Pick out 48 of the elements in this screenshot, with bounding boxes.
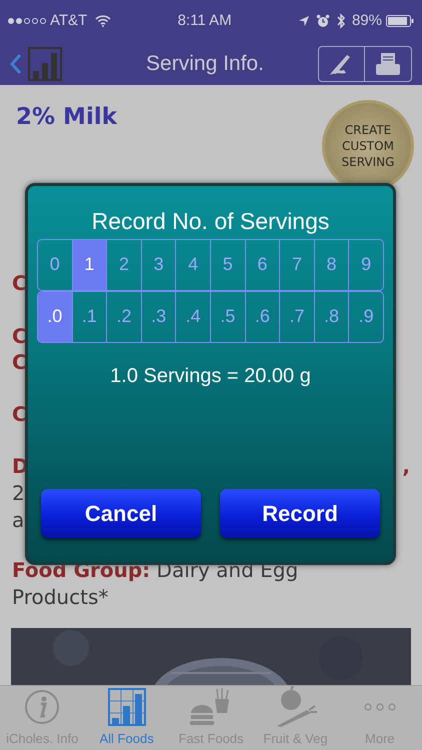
digit-option[interactable]: .5 bbox=[210, 292, 245, 342]
info-icon bbox=[24, 689, 60, 726]
digit-option[interactable]: 7 bbox=[279, 240, 314, 290]
digit-option[interactable]: 0 bbox=[38, 240, 72, 290]
digit-option[interactable]: 1 bbox=[72, 240, 106, 290]
text-fragment: 2 bbox=[12, 480, 25, 506]
signal-icon bbox=[8, 18, 46, 24]
tab-item[interactable]: All Foods bbox=[84, 686, 169, 750]
digit-option[interactable]: .9 bbox=[348, 292, 383, 342]
digit-option[interactable]: 9 bbox=[348, 240, 383, 290]
bluetooth-icon bbox=[336, 13, 346, 29]
carrier-text: AT&T bbox=[50, 10, 88, 31]
digit-option[interactable]: .1 bbox=[72, 292, 106, 342]
more-icon bbox=[362, 702, 398, 712]
digit-option[interactable]: 6 bbox=[244, 240, 280, 290]
battery-text: 89% bbox=[352, 10, 382, 31]
nav-title: Serving Info. bbox=[145, 50, 265, 77]
digit-option[interactable]: 4 bbox=[175, 240, 210, 290]
digit-option[interactable]: 5 bbox=[210, 240, 245, 290]
servings-summary: 1.0 Servings = 20.00 g bbox=[110, 364, 311, 388]
digit-option[interactable]: .4 bbox=[175, 292, 210, 342]
text-fragment: C bbox=[12, 349, 27, 375]
chart-icon bbox=[28, 46, 62, 80]
digit-option[interactable]: 2 bbox=[106, 240, 141, 290]
location-icon bbox=[298, 15, 310, 27]
digit-option[interactable]: 8 bbox=[314, 240, 348, 290]
text-fragment: C bbox=[12, 270, 27, 296]
dialog-title: Record No. of Servings bbox=[92, 207, 330, 236]
printer-icon bbox=[373, 50, 403, 76]
digit-option[interactable]: .0 bbox=[38, 292, 72, 342]
digit-option[interactable]: .3 bbox=[140, 292, 176, 342]
food-name: 2% Milk bbox=[15, 103, 118, 132]
digit-option[interactable]: .2 bbox=[106, 292, 141, 342]
digit-option[interactable]: .8 bbox=[314, 292, 348, 342]
cancel-button[interactable]: Cancel bbox=[41, 489, 201, 538]
text-fragment: C bbox=[12, 323, 27, 349]
wifi-icon bbox=[95, 15, 112, 27]
text-fragment: C bbox=[12, 401, 27, 427]
battery-icon bbox=[386, 15, 414, 27]
alarm-icon bbox=[316, 14, 330, 28]
bar-chart-icon bbox=[108, 688, 146, 726]
digit-option[interactable]: .6 bbox=[244, 292, 280, 342]
text-fragment: a bbox=[12, 507, 24, 533]
status-time: 8:11 AM bbox=[178, 10, 232, 31]
record-button[interactable]: Record bbox=[220, 489, 380, 538]
digit-option[interactable]: 3 bbox=[140, 240, 176, 290]
digit-option[interactable]: .7 bbox=[279, 292, 314, 342]
text-fragment: , bbox=[402, 453, 410, 479]
